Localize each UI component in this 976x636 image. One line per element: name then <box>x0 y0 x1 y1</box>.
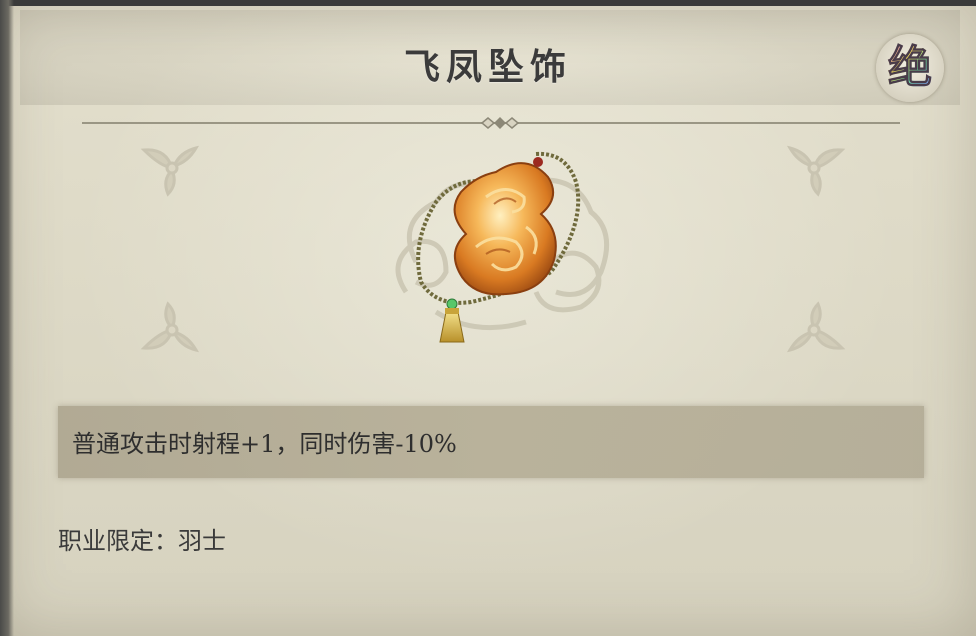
panel-left-border <box>0 0 14 636</box>
item-tooltip-panel: 飞凤坠饰 绝 普通攻击时射程+1，同时伤害-10% 职业限定：羽士 <box>0 0 976 636</box>
leaf-ornament-icon <box>786 145 846 197</box>
rarity-label: 绝 <box>888 42 933 93</box>
item-description: 普通攻击时射程+1，同时伤害-10% <box>72 430 457 458</box>
class-restriction: 职业限定：羽士 <box>58 527 226 555</box>
item-title: 飞凤坠饰 <box>403 46 572 88</box>
rarity-badge: 绝 <box>876 34 944 102</box>
leaf-ornament-icon <box>140 145 200 197</box>
amber-phoenix-pendant-icon[interactable] <box>376 142 626 352</box>
leaf-ornament-icon <box>140 301 200 353</box>
leaf-ornament-icon <box>786 301 846 353</box>
panel-top-border <box>0 0 976 6</box>
divider-diamond-icon <box>480 117 520 129</box>
